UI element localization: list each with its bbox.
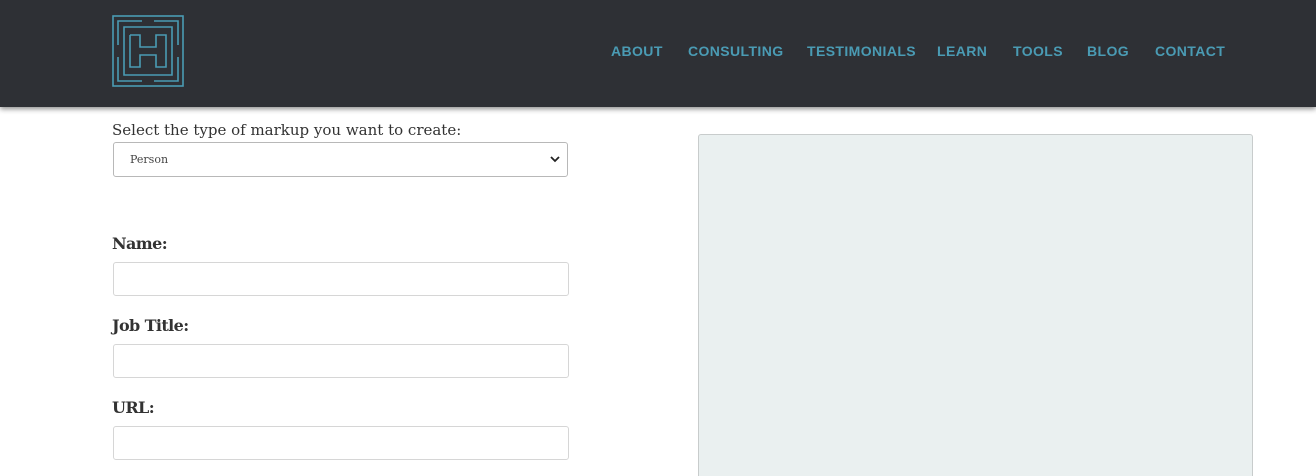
url-input[interactable] xyxy=(113,426,569,460)
chevron-down-icon xyxy=(550,156,560,163)
markup-type-select[interactable]: Person xyxy=(113,142,568,177)
nav-consulting[interactable]: CONSULTING xyxy=(688,42,784,60)
markup-type-label: Select the type of markup you want to cr… xyxy=(112,121,462,139)
job-title-input[interactable] xyxy=(113,344,569,378)
nav-learn[interactable]: LEARN xyxy=(937,42,987,60)
site-header: ABOUT CONSULTING TESTIMONIALS LEARN TOOL… xyxy=(0,0,1316,107)
markup-type-value: Person xyxy=(130,153,169,166)
nav-blog[interactable]: BLOG xyxy=(1087,42,1129,60)
name-input[interactable] xyxy=(113,262,569,296)
nav-tools[interactable]: TOOLS xyxy=(1013,42,1063,60)
job-title-label: Job Title: xyxy=(112,316,189,335)
h-maze-logo-icon[interactable] xyxy=(112,15,184,87)
nav-contact[interactable]: CONTACT xyxy=(1155,42,1225,60)
url-label: URL: xyxy=(112,398,155,417)
name-label: Name: xyxy=(112,234,168,253)
nav-testimonials[interactable]: TESTIMONIALS xyxy=(807,42,916,60)
markup-preview-panel[interactable] xyxy=(698,134,1253,476)
nav-about[interactable]: ABOUT xyxy=(611,42,663,60)
